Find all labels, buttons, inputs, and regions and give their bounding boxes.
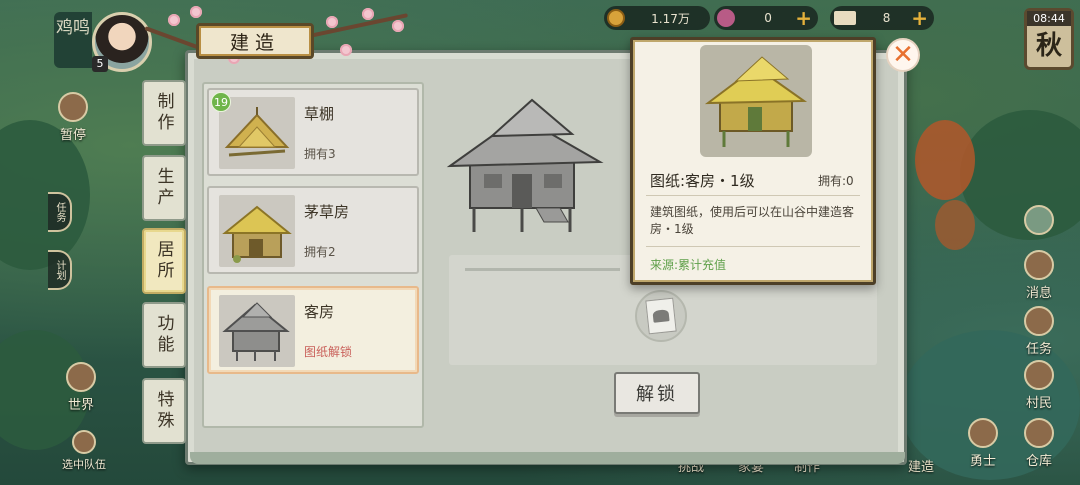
world-map-icon [66, 362, 96, 392]
material-divider [465, 268, 620, 271]
tooltip-source: 来源:累计充值 [650, 258, 727, 272]
world-button[interactable]: 世界 [66, 362, 96, 413]
villager-icon [1024, 360, 1054, 390]
task-side-tab[interactable]: 任务 [48, 192, 72, 232]
quests-label: 任务 [1025, 342, 1052, 357]
warrior-label: 勇士 [969, 454, 996, 469]
clock-time: 08:44 [1027, 11, 1071, 26]
world-label: 世界 [67, 398, 94, 413]
coin-value: 1.17万 [651, 11, 690, 26]
pause-label: 暂停 [59, 128, 86, 143]
ticket-value: 8 [882, 11, 891, 25]
list-item-thatched-house[interactable]: 茅草房 拥有2 [207, 186, 419, 274]
build-hud-label[interactable]: 建造 [908, 456, 934, 475]
item-name: 草棚 [304, 105, 335, 123]
item-owned: 拥有3 [304, 147, 336, 161]
messages-icon [1024, 250, 1054, 280]
ticket-counter: 8 + [830, 6, 934, 30]
player-name: 鸡鸣 [54, 12, 92, 68]
close-button[interactable]: ✕ [886, 38, 920, 72]
warehouse-button[interactable]: 仓库 [1024, 418, 1054, 469]
warrior-icon [968, 418, 998, 448]
item-owned: 拥有2 [304, 245, 336, 259]
tab-production[interactable]: 生产 [142, 155, 186, 221]
season-label: 秋 [1035, 31, 1062, 61]
tooltip-title: 图纸:客房・1级 [650, 172, 755, 190]
tab-crafting[interactable]: 制作 [142, 80, 186, 146]
building-preview-image [440, 86, 610, 238]
player-level-badge: 5 [92, 56, 108, 72]
list-item-guest-room[interactable]: 客房 图纸解锁 [207, 286, 419, 374]
coin-icon [607, 9, 625, 27]
quest-scroll-icon [1024, 306, 1054, 336]
tab-function[interactable]: 功能 [142, 302, 186, 368]
add-gems-plus-icon[interactable]: + [795, 8, 812, 28]
coin-counter: 1.17万 [604, 6, 710, 30]
grass-shed-image [219, 97, 295, 169]
list-item-grass-shed[interactable]: 19 草棚 拥有3 [207, 88, 419, 176]
panel-frame-edge [190, 452, 905, 464]
add-tickets-plus-icon[interactable]: + [911, 8, 928, 28]
team-icon [72, 430, 96, 454]
tooltip-description: 建筑图纸，使用后可以在山谷中建造客房・1级 [650, 205, 855, 236]
blossom-decoration [392, 20, 404, 32]
pause-button[interactable]: 暂停 [58, 92, 88, 143]
warrior-button[interactable]: 勇士 [968, 418, 998, 469]
gem-value: 0 [764, 11, 772, 25]
warehouse-icon [1024, 418, 1054, 448]
tooltip-owned: 拥有:0 [818, 174, 854, 188]
level-badge: 19 [211, 92, 231, 112]
messages-button[interactable]: 消息 [1024, 250, 1054, 301]
blueprint-icon [645, 297, 677, 335]
flower-icon [1024, 205, 1054, 235]
blossom-decoration [326, 16, 338, 28]
item-unlock-status: 图纸解锁 [304, 345, 353, 359]
tooltip-divider [646, 246, 860, 247]
blossom-decoration [168, 14, 180, 26]
maple-tree-decoration [935, 200, 975, 250]
select-team-button[interactable]: 选中队伍 [62, 430, 106, 472]
blueprint-preview-image [700, 45, 812, 157]
gem-counter: 0 + [714, 6, 818, 30]
flower-button[interactable] [1024, 205, 1054, 237]
item-name: 客房 [304, 303, 335, 321]
panel-title: 建造 [196, 23, 314, 59]
blossom-decoration [340, 44, 352, 56]
plan-side-tab[interactable]: 计划 [48, 250, 72, 290]
unlock-button[interactable]: 解锁 [614, 372, 700, 414]
maple-tree-decoration [915, 120, 975, 200]
quests-button[interactable]: 任务 [1024, 306, 1054, 357]
messages-label: 消息 [1025, 286, 1052, 301]
blueprint-material-slot[interactable] [635, 290, 687, 342]
blossom-decoration [362, 8, 374, 20]
pause-icon [58, 92, 88, 122]
item-name: 茅草房 [304, 203, 350, 221]
villagers-label: 村民 [1025, 396, 1052, 411]
tooltip-divider [646, 195, 860, 196]
gem-icon [717, 9, 735, 27]
close-icon: ✕ [892, 40, 914, 70]
blossom-decoration [190, 6, 202, 18]
tab-residence[interactable]: 居所 [142, 228, 186, 294]
tab-special[interactable]: 特殊 [142, 378, 186, 444]
select-team-label: 选中队伍 [62, 458, 106, 471]
villagers-button[interactable]: 村民 [1024, 360, 1054, 411]
guest-room-image [219, 295, 295, 367]
game-clock: 08:44 秋 [1024, 8, 1074, 70]
ticket-icon [834, 11, 856, 25]
warehouse-label: 仓库 [1025, 454, 1052, 469]
thatched-house-image [219, 195, 295, 267]
